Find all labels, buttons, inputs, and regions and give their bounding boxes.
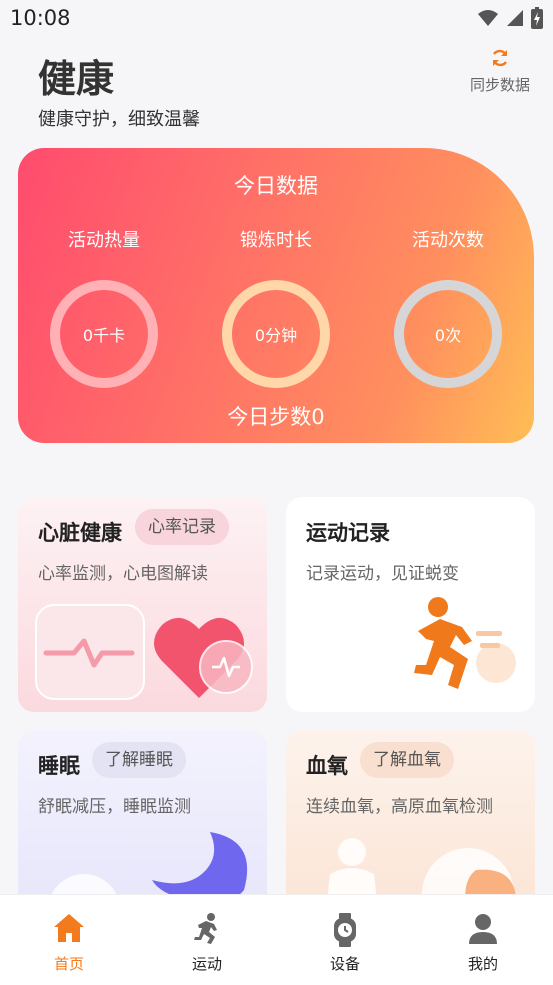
today-steps: 今日步数0 — [227, 405, 325, 429]
card-title: 血氧 — [306, 754, 348, 778]
running-icon — [194, 913, 217, 944]
metric-label: 活动次数 — [412, 230, 484, 251]
card-title: 运动记录 — [306, 521, 390, 545]
exercise-ring: 0分钟 — [222, 280, 330, 388]
tab-label: 我的 — [467, 955, 498, 973]
today-title: 今日数据 — [234, 174, 318, 198]
tab-device[interactable]: 设备 — [276, 895, 414, 985]
learn-oxygen-button[interactable]: 了解血氧 — [360, 742, 454, 778]
card-desc: 记录运动，见证蜕变 — [306, 564, 459, 584]
status-bar: 10:08 — [0, 0, 553, 38]
heart-rate-record-button[interactable]: 心率记录 — [135, 509, 229, 545]
card-desc: 心率监测，心电图解读 — [38, 564, 208, 584]
card-title: 心脏健康 — [38, 521, 122, 545]
sync-data-button[interactable]: 同步数据 — [465, 48, 535, 95]
sync-label: 同步数据 — [469, 76, 530, 94]
home-icon — [54, 914, 84, 942]
status-icons — [477, 7, 543, 29]
watch-icon — [334, 913, 356, 947]
metric-label: 锻炼时长 — [240, 230, 312, 251]
battery-icon — [531, 7, 543, 29]
user-icon — [469, 914, 497, 944]
tab-home[interactable]: 首页 — [0, 895, 138, 985]
calories-ring: 0千卡 — [50, 280, 158, 388]
refresh-icon — [492, 49, 508, 67]
page-title: 健康 — [38, 57, 115, 101]
sport-record-card[interactable]: 运动记录 记录运动，见证蜕变 — [286, 497, 535, 712]
today-data-card[interactable]: 今日数据 活动热量 0千卡 锻炼时长 0分钟 活动次数 0次 今日步数0 — [18, 148, 534, 443]
metric-activity-count: 活动次数 0次 — [373, 226, 523, 388]
metric-value: 0千卡 — [82, 326, 126, 345]
card-title: 睡眠 — [38, 754, 80, 778]
metric-label: 活动热量 — [68, 230, 140, 251]
page-subtitle: 健康守护，细致温馨 — [38, 109, 200, 130]
tab-label: 设备 — [329, 955, 360, 973]
wifi-icon — [478, 10, 498, 26]
status-time: 10:08 — [10, 6, 71, 30]
tab-mine[interactable]: 我的 — [414, 895, 552, 985]
activity-ring: 0次 — [394, 280, 502, 388]
blood-oxygen-card[interactable]: 血氧 了解血氧 连续血氧，高原血氧检测 — [286, 730, 535, 910]
metric-exercise-time: 锻炼时长 0分钟 — [201, 226, 351, 388]
sleep-card[interactable]: 睡眠 了解睡眠 舒眠减压，睡眠监测 — [18, 730, 267, 910]
bottom-tab-bar: 首页 运动 设备 我的 — [0, 894, 553, 985]
learn-sleep-button[interactable]: 了解睡眠 — [92, 742, 186, 778]
metric-calories: 活动热量 0千卡 — [29, 226, 179, 388]
running-illustration — [414, 597, 516, 689]
signal-icon — [507, 10, 523, 26]
tab-label: 运动 — [191, 955, 222, 973]
card-desc: 连续血氧，高原血氧检测 — [306, 797, 493, 817]
tab-sport[interactable]: 运动 — [138, 895, 276, 985]
heart-health-card[interactable]: 心脏健康 心率记录 心率监测，心电图解读 — [18, 497, 267, 712]
metric-value: 0次 — [434, 326, 462, 345]
tab-label: 首页 — [53, 955, 84, 973]
card-desc: 舒眠减压，睡眠监测 — [38, 797, 191, 817]
metric-value: 0分钟 — [254, 326, 298, 345]
heart-illustration — [35, 604, 253, 700]
